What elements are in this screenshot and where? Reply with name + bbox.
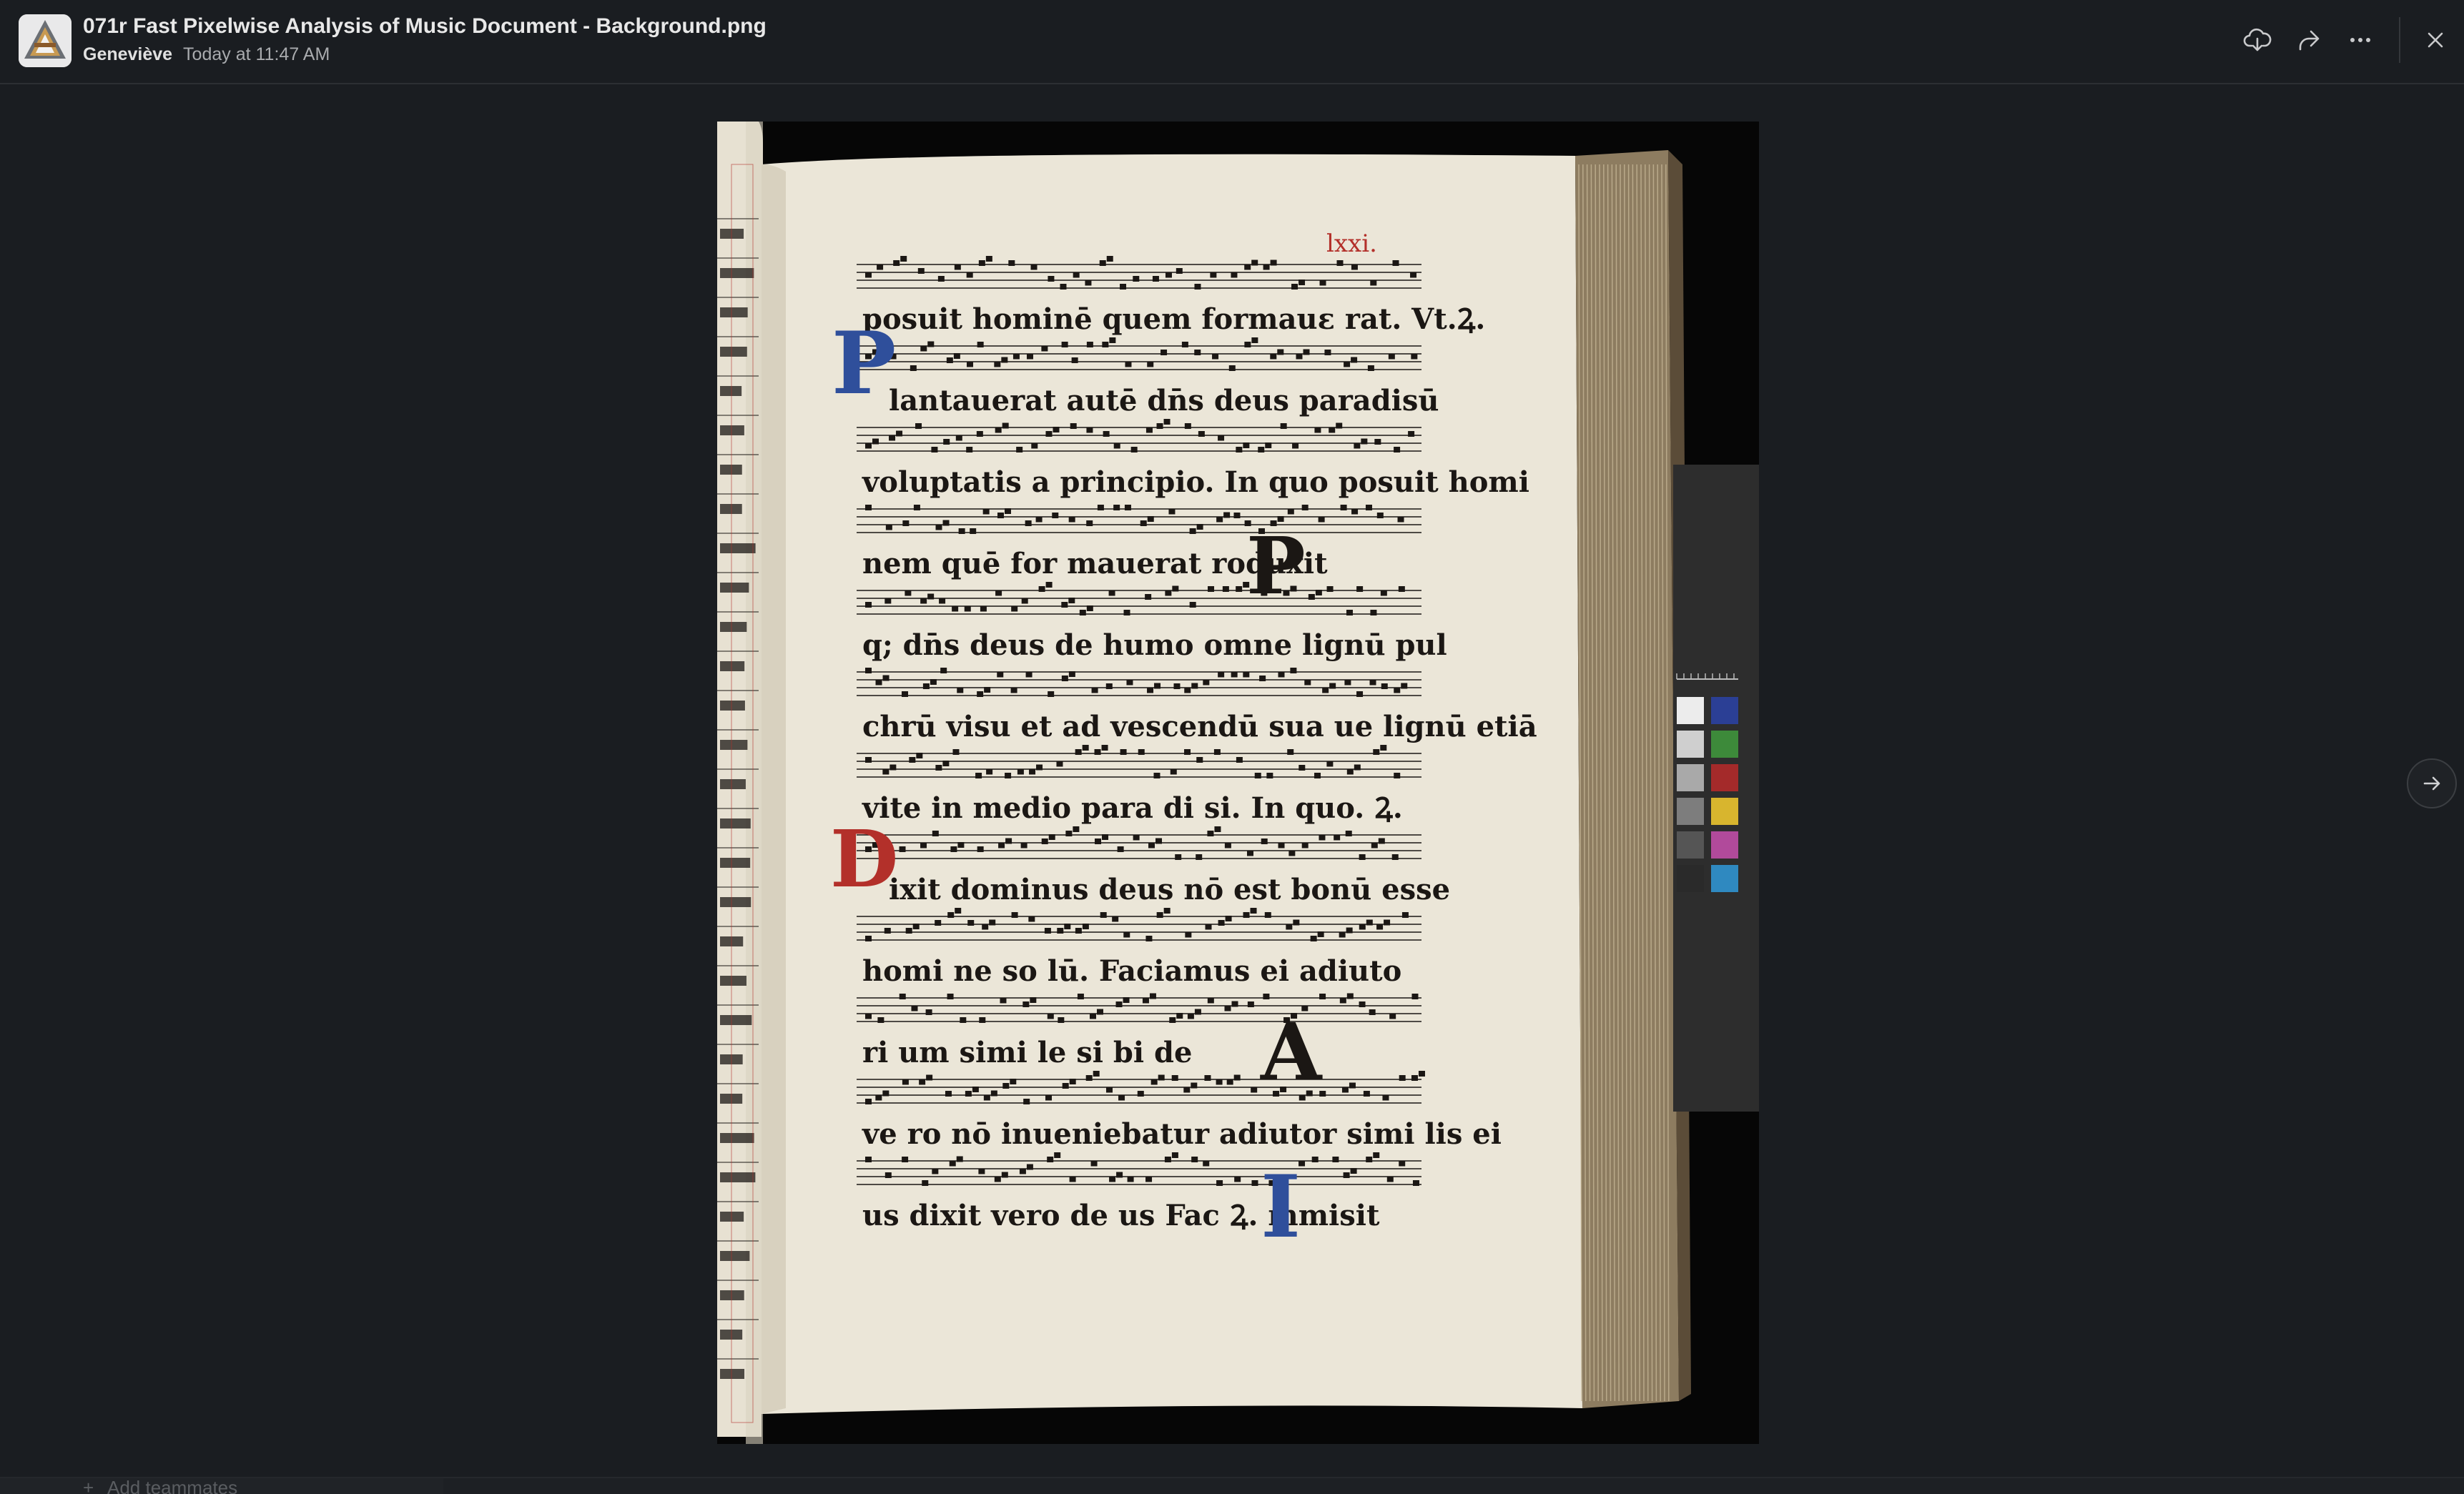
initial-P-2: P — [1246, 520, 1306, 612]
grey-swatch — [1677, 731, 1704, 758]
chant-text-line: chrū visu et ad vescendū sua ue lignū et… — [862, 710, 1537, 743]
add-teammates-link[interactable]: Add teammates — [107, 1478, 237, 1494]
chant-text-line: ri um simi le si bi de — [862, 1036, 1192, 1069]
file-timestamp: Today at 11:47 AM — [183, 44, 330, 64]
color-swatch — [1711, 764, 1738, 791]
header-divider — [2399, 17, 2400, 63]
color-swatch — [1711, 798, 1738, 825]
initial-I: I — [1261, 1157, 1301, 1257]
initial-D: D — [830, 813, 898, 905]
share-icon — [2299, 30, 2320, 51]
image-preview[interactable]: posuit hominē quem formauε rat. Vt.Ꝝ. lan… — [717, 122, 1759, 1444]
manuscript-image: posuit hominē quem formauε rat. Vt.Ꝝ. lan… — [717, 122, 1759, 1444]
grey-swatch — [1677, 697, 1704, 724]
download-icon — [2243, 28, 2272, 51]
chant-text-line: ve ro nō inueniebatur adiutor simi lis e… — [862, 1117, 1502, 1151]
background-strip: + Add teammates — [0, 1477, 2464, 1494]
more-icon — [2350, 38, 2370, 42]
color-swatch — [1711, 731, 1738, 758]
chant-text-line: us dixit vero de us Fac Ꝝ. mmisit — [862, 1199, 1380, 1232]
avatar[interactable] — [19, 14, 72, 67]
close-button[interactable] — [2414, 19, 2457, 61]
arrow-right-icon — [2423, 776, 2440, 791]
grey-swatch — [1677, 831, 1704, 859]
viewer-header: 071r Fast Pixelwise Analysis of Music Do… — [0, 0, 2464, 84]
file-meta: Geneviève Today at 11:47 AM — [83, 44, 330, 65]
grey-swatch — [1677, 764, 1704, 791]
share-button[interactable] — [2287, 19, 2330, 61]
color-swatch — [1711, 831, 1738, 859]
color-swatch — [1711, 697, 1738, 724]
color-swatch — [1711, 865, 1738, 892]
grey-swatch — [1677, 865, 1704, 892]
file-viewer: 071r Fast Pixelwise Analysis of Music Do… — [0, 0, 2464, 1494]
chant-text-line: voluptatis a principio. In quo posuit ho… — [862, 465, 1529, 499]
more-actions-button[interactable] — [2339, 19, 2382, 61]
chant-text-line: homi ne so lū. Faciamus ei adiuto — [862, 954, 1401, 988]
initial-P: P — [832, 313, 896, 414]
grey-swatch — [1677, 798, 1704, 825]
chant-text-line: ixit dominus deus nō est bonū esse — [889, 873, 1450, 906]
file-author[interactable]: Geneviève — [83, 44, 172, 64]
chant-text-line: q; dn̄s deus de humo omne lignū pul — [862, 628, 1447, 662]
initial-A: A — [1260, 1006, 1323, 1098]
plus-icon: + — [83, 1477, 94, 1494]
chant-text-line: lantauerat autē dn̄s deus paradisū — [889, 384, 1439, 417]
file-title: 071r Fast Pixelwise Analysis of Music Do… — [83, 14, 767, 38]
close-icon — [2428, 32, 2443, 48]
chant-text-line: vite in medio para di si. In quo. Ꝝ. — [862, 791, 1403, 825]
chant-text-line: posuit hominē quem formauε rat. Vt.Ꝝ. — [862, 302, 1485, 336]
folio-number: lxxi. — [1326, 229, 1377, 258]
download-button[interactable] — [2236, 19, 2279, 61]
next-file-button[interactable] — [2407, 758, 2457, 808]
